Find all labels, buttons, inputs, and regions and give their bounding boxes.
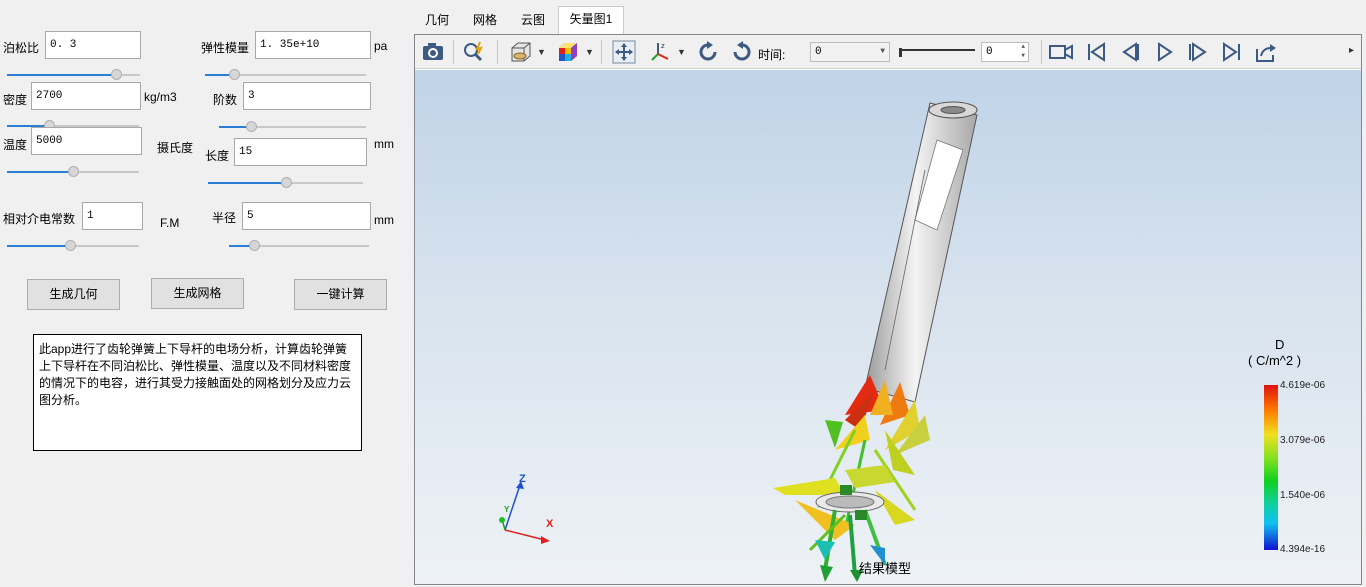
axis-label-y: Y <box>504 505 510 514</box>
permittivity-unit: F.M <box>160 216 180 230</box>
spin-arrows-icon[interactable]: ▲ ▼ <box>1021 42 1025 60</box>
tab-mesh[interactable]: 网格 <box>464 8 506 34</box>
legend-tick: 1.540e-06 <box>1280 490 1326 501</box>
axes-orient-icon[interactable]: z <box>648 39 674 65</box>
youngs-label: 弹性模量 <box>201 41 250 55</box>
poisson-input[interactable]: 0. 3 <box>45 31 141 59</box>
generate-mesh-button[interactable]: 生成网格 <box>151 278 244 309</box>
permittivity-input[interactable]: 1 <box>82 202 143 230</box>
legend-unit: ( C/m^2 ) <box>1248 353 1302 368</box>
3d-canvas[interactable]: Z X Y D ( C/m^2 ) 4.619e-06 3.079e-06 1.… <box>415 70 1361 584</box>
density-input[interactable]: 2700 <box>31 82 141 110</box>
next-frame-icon[interactable] <box>1185 39 1211 65</box>
chevron-down-icon: ▼ <box>880 47 885 56</box>
length-slider[interactable] <box>208 177 363 189</box>
viewer-toolbar: ▼ ▼ z ▼ 时间: 0 ▼ 0 ▲ ▼ ▸ <box>415 35 1361 69</box>
vector-arrows <box>773 375 930 582</box>
radius-slider[interactable] <box>229 240 369 252</box>
result-model-caption: 结果模型 <box>859 561 912 576</box>
one-click-compute-button[interactable]: 一键计算 <box>294 279 387 310</box>
density-label: 密度 <box>3 93 28 107</box>
chevron-down-icon[interactable]: ▼ <box>537 47 546 57</box>
tab-vector-plot[interactable]: 矢量图1 <box>558 6 624 35</box>
slider-thumb[interactable] <box>899 48 902 57</box>
first-frame-icon[interactable] <box>1083 39 1109 65</box>
model-render <box>499 101 978 582</box>
time-combo[interactable]: 0 ▼ <box>810 42 890 62</box>
description-box: 此app进行了齿轮弹簧上下导杆的电场分析，计算齿轮弹簧上下导杆在不同泊松比、弹性… <box>33 334 362 451</box>
slider-thumb[interactable] <box>280 177 292 188</box>
density-unit: kg/m3 <box>144 90 177 104</box>
prev-frame-icon[interactable] <box>1117 39 1143 65</box>
slider-thumb[interactable] <box>249 240 261 251</box>
slider-thumb[interactable] <box>68 166 79 177</box>
length-label: 长度 <box>205 149 230 163</box>
chevron-down-icon[interactable]: ▼ <box>677 47 686 57</box>
youngs-unit: pa <box>374 39 388 53</box>
color-cube-icon[interactable] <box>555 39 581 65</box>
fit-icon[interactable] <box>611 39 637 65</box>
video-icon[interactable] <box>1048 39 1074 65</box>
legend-tick-max: 4.619e-06 <box>1280 380 1326 391</box>
rotate-ccw-icon[interactable] <box>729 39 755 65</box>
legend-tick-min: 4.394e-16 <box>1280 544 1326 555</box>
last-frame-icon[interactable] <box>1219 39 1245 65</box>
rotate-cw-icon[interactable] <box>695 39 721 65</box>
tab-contour[interactable]: 云图 <box>512 8 554 34</box>
slider-thumb[interactable] <box>246 121 258 132</box>
time-slider[interactable] <box>897 45 975 59</box>
slider-thumb[interactable] <box>228 69 240 80</box>
tab-geometry[interactable]: 几何 <box>416 8 458 34</box>
toolbar-overflow-icon[interactable]: ▸ <box>1349 45 1354 56</box>
time-spin-value: 0 <box>986 46 993 58</box>
time-combo-value: 0 <box>815 46 822 58</box>
slider-thumb[interactable] <box>65 240 77 251</box>
generate-geometry-button[interactable]: 生成几何 <box>27 279 120 310</box>
youngs-slider[interactable] <box>205 69 366 81</box>
camera-icon[interactable] <box>420 39 446 65</box>
order-input[interactable]: 3 <box>243 82 371 110</box>
axis-label-x: X <box>546 518 554 530</box>
radius-label: 半径 <box>212 211 237 225</box>
order-slider[interactable] <box>219 121 366 133</box>
time-label: 时间: <box>758 48 786 62</box>
length-input[interactable]: 15 <box>234 138 367 166</box>
temp-slider[interactable] <box>7 166 139 178</box>
youngs-input[interactable]: 1. 35e+10 <box>255 31 371 59</box>
radius-input[interactable]: 5 <box>242 202 371 230</box>
poisson-slider[interactable] <box>7 69 140 81</box>
axis-label-z: Z <box>519 473 526 485</box>
legend-title: D <box>1275 337 1285 352</box>
svg-text:z: z <box>661 42 665 50</box>
time-spinbox[interactable]: 0 ▲ ▼ <box>981 42 1029 62</box>
chevron-down-icon[interactable]: ▼ <box>585 47 594 57</box>
slider-thumb[interactable] <box>111 69 123 80</box>
length-unit: mm <box>374 137 394 151</box>
temp-unit: 摄氏度 <box>157 141 194 155</box>
zoom-magic-icon[interactable] <box>461 39 487 65</box>
poisson-label: 泊松比 <box>3 41 40 55</box>
box-view-icon[interactable] <box>508 39 534 65</box>
order-label: 阶数 <box>213 93 238 107</box>
permittivity-label: 相对介电常数 <box>3 212 76 226</box>
viewer-panel: ▼ ▼ z ▼ 时间: 0 ▼ 0 ▲ ▼ ▸ Z X Y D (C/m^2 … <box>414 34 1362 585</box>
permittivity-slider[interactable] <box>7 240 139 252</box>
temp-input[interactable]: 5000 <box>31 127 142 155</box>
temp-label: 温度 <box>3 138 28 152</box>
rod-model <box>864 101 978 403</box>
legend-colorbar <box>1264 385 1278 550</box>
legend-tick: 3.079e-06 <box>1280 435 1326 446</box>
play-icon[interactable] <box>1151 39 1177 65</box>
radius-unit: mm <box>374 213 394 227</box>
export-icon[interactable] <box>1253 39 1279 65</box>
